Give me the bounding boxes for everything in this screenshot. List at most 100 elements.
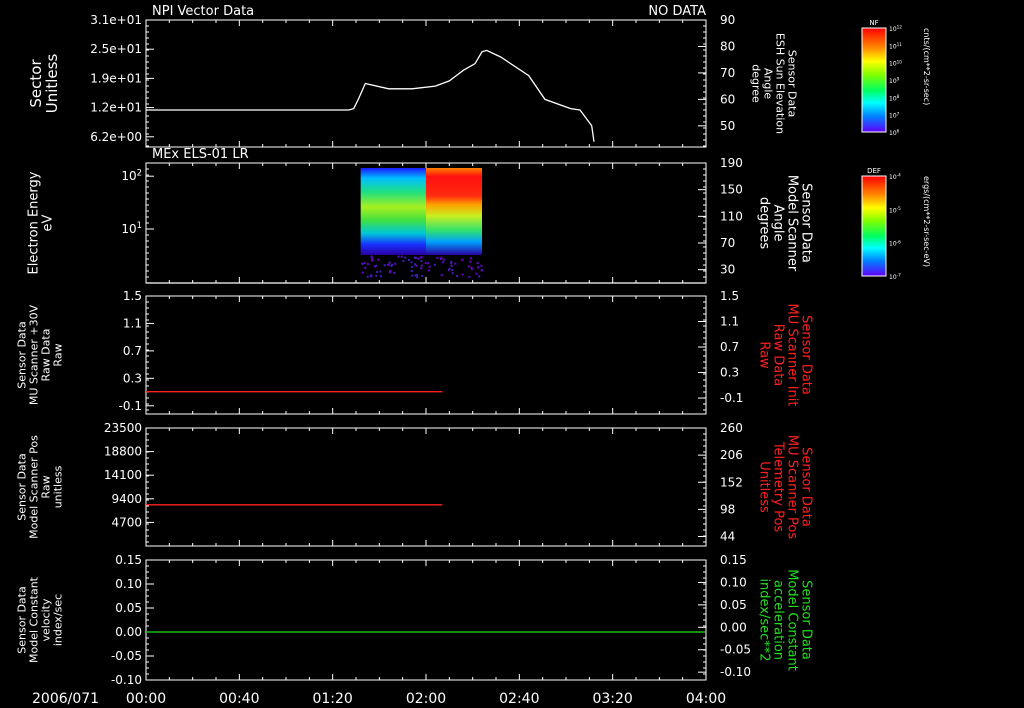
spectrogram-speck xyxy=(394,262,397,265)
y-tick-label-left: 0.00 xyxy=(115,625,142,639)
y-label-left-line: Raw xyxy=(52,343,65,366)
spectrogram-speck xyxy=(410,270,413,272)
y-tick-label-left: 1.1 xyxy=(123,316,142,330)
spectrogram-speck xyxy=(420,264,423,267)
y-label-right: Sensor DataMU Scanner InitRaw DataRaw xyxy=(757,304,814,407)
panel-5: 0.15 0.10 0.05 0.00 -0.05 -0.10 0.15 0.10 0.05 0.… xyxy=(16,553,814,687)
spectrogram-speck xyxy=(376,271,379,273)
y-label-right-line: Raw xyxy=(757,341,772,369)
y-tick-label-left: 6.2e+00 xyxy=(90,130,142,144)
spectrogram-speck xyxy=(450,265,453,267)
panel-frame xyxy=(145,295,707,415)
colorbars-group: NF 1012 1011 1010 109 108 107 106 cnts/(cm**2-sr… xyxy=(861,19,931,281)
y-label-left: Electron EnergyeV xyxy=(26,171,55,274)
x-tick-label: 02:40 xyxy=(499,691,539,707)
panel-4: 23500 18800 14100 9400 4700 260 206 152 98 44 Sens… xyxy=(16,421,814,547)
colorbar-tick-label: 109 xyxy=(889,77,900,85)
colorbar-unit: ergs/(cm**2-sr-sec-eV) xyxy=(922,176,931,267)
y-tick-label-right: 0.05 xyxy=(720,598,747,612)
spectrogram-speck xyxy=(448,267,451,270)
y-label-right: Sensor DataMU Scanner PosTelemetry PosUn… xyxy=(757,435,814,540)
y-label-right-line: Model Constant xyxy=(785,569,800,671)
spectrogram-speck xyxy=(433,263,436,266)
y-tick-label-left: 14100 xyxy=(104,468,142,482)
spectrogram-speck xyxy=(407,259,410,261)
panel-frame xyxy=(145,559,707,681)
spectrogram-speck xyxy=(469,260,472,263)
spectrogram-speck xyxy=(470,268,473,271)
colorbar-2: DEF 10-4 10-5 10-6 10-7 ergs/(cm**2-sr-sec-eV… xyxy=(861,167,931,281)
spectrogram-speck xyxy=(371,259,374,262)
colorbar-tick-label: 1010 xyxy=(889,59,902,67)
y-tick-label-right: -0.05 xyxy=(720,643,751,657)
colorbar-tick-label: 10-7 xyxy=(889,273,901,281)
y-tick-label-left: -0.1 xyxy=(119,399,142,413)
y-tick-label-left: 0.15 xyxy=(115,553,142,567)
colorbar-unit-text: ergs/(cm**2-sr-sec-eV) xyxy=(922,176,931,267)
y-tick-label-right: 70 xyxy=(720,236,735,250)
y-label-right-line: Angle xyxy=(771,205,786,242)
y-tick-label-left: -0.05 xyxy=(111,649,142,663)
spectrogram-speck xyxy=(361,271,364,274)
series-line xyxy=(146,49,595,142)
y-tick-label-right: 80 xyxy=(720,39,735,53)
x-tick-label: 00:00 xyxy=(126,691,166,707)
y-label-right-line: Sensor Data xyxy=(799,315,814,395)
spectrogram-speck xyxy=(428,265,431,268)
y-label-right: Sensor DataModel ScannerAngledegrees xyxy=(757,175,814,272)
colorbar-label: DEF xyxy=(867,167,881,175)
y-label-right-line: Sensor Data xyxy=(799,183,814,263)
x-tick-label: 03:20 xyxy=(592,691,632,707)
y-tick-label-left: 0.7 xyxy=(123,344,142,358)
y-label-right-line: Raw Data xyxy=(771,324,786,387)
spectrogram-speck xyxy=(451,272,454,275)
colorbar-tick-label: 10-4 xyxy=(889,173,901,181)
spectrogram-speck xyxy=(439,258,442,260)
spectrogram-speck xyxy=(414,263,416,266)
spectrogram-speck xyxy=(420,260,423,263)
colorbar-label: NF xyxy=(869,19,878,27)
panel-frame xyxy=(145,19,707,148)
y-label-right-line: Unitless xyxy=(757,461,772,513)
y-tick-label-left: 1.9e+01 xyxy=(90,71,142,85)
spectrogram-speck xyxy=(388,261,391,264)
y-label-right: Sensor DataModel Constantaccelerationind… xyxy=(757,569,814,671)
y-tick-label-right: 110 xyxy=(720,209,743,223)
spectrogram-speck xyxy=(478,275,481,278)
spectrogram-speck xyxy=(451,269,454,272)
y-tick-label-right: 0.00 xyxy=(720,620,747,634)
spectrogram-speck xyxy=(417,257,420,260)
spectrogram-speck xyxy=(373,265,376,268)
colorbar-tick-label: 108 xyxy=(889,94,900,102)
y-label-right-line: MU Scanner Init xyxy=(785,304,800,407)
spectrogram-speck xyxy=(388,271,391,274)
spectrogram-speck xyxy=(379,270,382,273)
y-tick-label-right: -0.1 xyxy=(720,391,743,405)
y-tick-label-right: 30 xyxy=(720,263,735,277)
y-label-left-line: Unitless xyxy=(43,54,61,114)
colorbar-gradient xyxy=(861,27,887,133)
colorbar-gradient xyxy=(861,175,887,277)
y-tick-label-left: 9400 xyxy=(111,492,142,506)
spectrogram-speck xyxy=(440,274,443,277)
multi-panel-plot: 3.1e+01 2.5e+01 1.9e+01 1.2e+01 6.2e+00 90 80 7… xyxy=(16,4,931,707)
spectrogram-speck xyxy=(370,275,373,278)
colorbar-tick-label: 1012 xyxy=(889,25,902,33)
colorbar-unit: cnts/(cm**2-sr-sec) xyxy=(922,28,931,105)
y-tick-label-left: 0.05 xyxy=(115,601,142,615)
spectrogram-speck xyxy=(416,276,419,279)
y-label-left: Sensor Data Model Scanner Pos Rawunitless xyxy=(16,435,65,539)
x-tick-label: 04:00 xyxy=(686,691,726,707)
x-tick-label: 02:00 xyxy=(406,691,446,707)
y-tick-label-right: 0.15 xyxy=(720,553,747,567)
spectrogram-speck xyxy=(361,262,364,265)
spectrogram-speck xyxy=(461,258,464,261)
spectrogram-speck xyxy=(420,267,423,270)
spectrogram-speck xyxy=(475,272,478,275)
y-tick-label-left: 102 xyxy=(121,167,142,183)
spectrogram-speck xyxy=(476,262,479,265)
y-tick-label-right: 260 xyxy=(720,421,743,435)
y-tick-label-left: 101 xyxy=(121,220,142,236)
colorbar-tick-label: 10-5 xyxy=(889,206,901,214)
spectrogram-speck xyxy=(375,274,378,277)
